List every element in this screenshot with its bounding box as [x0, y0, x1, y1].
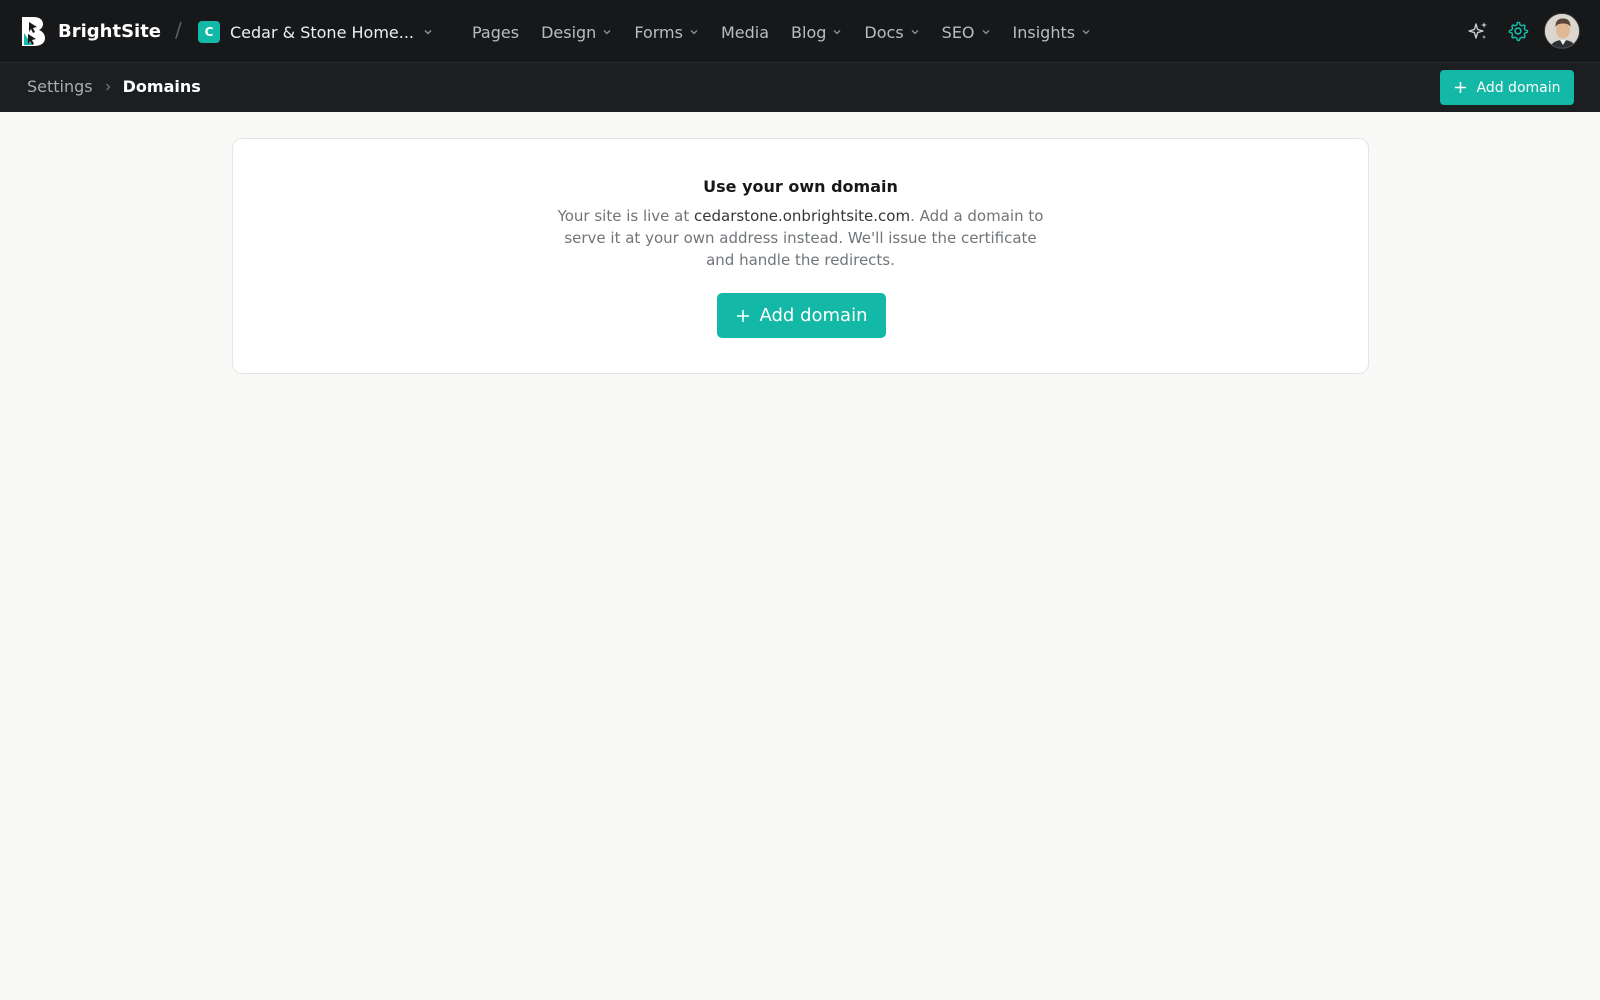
page-toolbar: Settings Domains Add domain [0, 63, 1600, 112]
add-domain-label: Add domain [1476, 79, 1561, 96]
nav-item-label: SEO [941, 22, 975, 42]
brightsite-logo-icon [22, 17, 45, 46]
nav-item-pages[interactable]: Pages [472, 23, 519, 42]
site-switcher[interactable]: C Cedar & Stone Home... [198, 20, 434, 44]
empty-state-description: Your site is live at cedarstone.onbright… [551, 205, 1051, 271]
chevron-down-icon [911, 30, 919, 35]
site-name: Cedar & Stone Home... [230, 22, 414, 42]
user-avatar[interactable] [1544, 13, 1580, 49]
nav-item-label: Docs [864, 22, 904, 42]
breadcrumb-settings-link[interactable]: Settings [27, 77, 93, 96]
main-nav: Pages Design Forms Media Blog Docs SEO I… [472, 19, 1113, 45]
breadcrumb: Settings Domains [27, 77, 201, 96]
nav-item-insights[interactable]: Insights [1013, 23, 1092, 42]
settings-button[interactable] [1504, 17, 1532, 45]
nav-item-label: Forms [634, 22, 683, 42]
nav-item-forms[interactable]: Forms [634, 23, 699, 42]
nav-item-label: Pages [472, 22, 520, 42]
chevron-down-icon [690, 30, 698, 35]
sparkles-icon [1468, 22, 1487, 39]
default-domain: cedarstone.onbrightsite.com [694, 207, 911, 225]
empty-state-title: Use your own domain [703, 177, 898, 196]
page-title: Domains [122, 77, 201, 96]
chevron-down-icon [603, 30, 611, 35]
nav-item-label: Design [541, 22, 597, 42]
add-domain-button-toolbar[interactable]: Add domain [1440, 70, 1574, 105]
brand[interactable]: BrightSite [20, 15, 161, 47]
chevron-down-icon [424, 30, 432, 35]
ai-assistant-button[interactable] [1464, 17, 1492, 45]
header-actions [1464, 13, 1580, 49]
site-initial-badge: C [198, 21, 220, 43]
add-domain-button[interactable]: Add domain [717, 293, 886, 338]
user-photo-icon [1545, 14, 1579, 48]
brand-name: BrightSite [58, 20, 162, 42]
empty-state-card: Use your own domain Your site is live at… [232, 138, 1369, 374]
add-domain-label: Add domain [759, 305, 868, 326]
nav-item-design[interactable]: Design [541, 23, 612, 42]
chevron-down-icon [833, 30, 841, 35]
gear-icon [1508, 21, 1529, 42]
nav-item-label: Insights [1012, 22, 1076, 42]
nav-item-media[interactable]: Media [721, 23, 769, 42]
description-text-before: Your site is live at [557, 207, 695, 225]
nav-item-label: Blog [791, 22, 827, 42]
nav-item-seo[interactable]: SEO [942, 23, 991, 42]
header-separator: / [175, 18, 182, 42]
nav-item-label: Media [720, 22, 770, 42]
chevron-down-icon [982, 30, 989, 35]
nav-item-blog[interactable]: Blog [791, 23, 842, 42]
plus-icon [1454, 82, 1466, 93]
chevron-down-icon [1082, 30, 1090, 35]
top-navigation-bar: BrightSite / C Cedar & Stone Home... Pag… [0, 0, 1600, 63]
nav-item-docs[interactable]: Docs [864, 23, 919, 42]
chevron-right-icon [105, 83, 111, 90]
plus-icon [736, 309, 749, 322]
